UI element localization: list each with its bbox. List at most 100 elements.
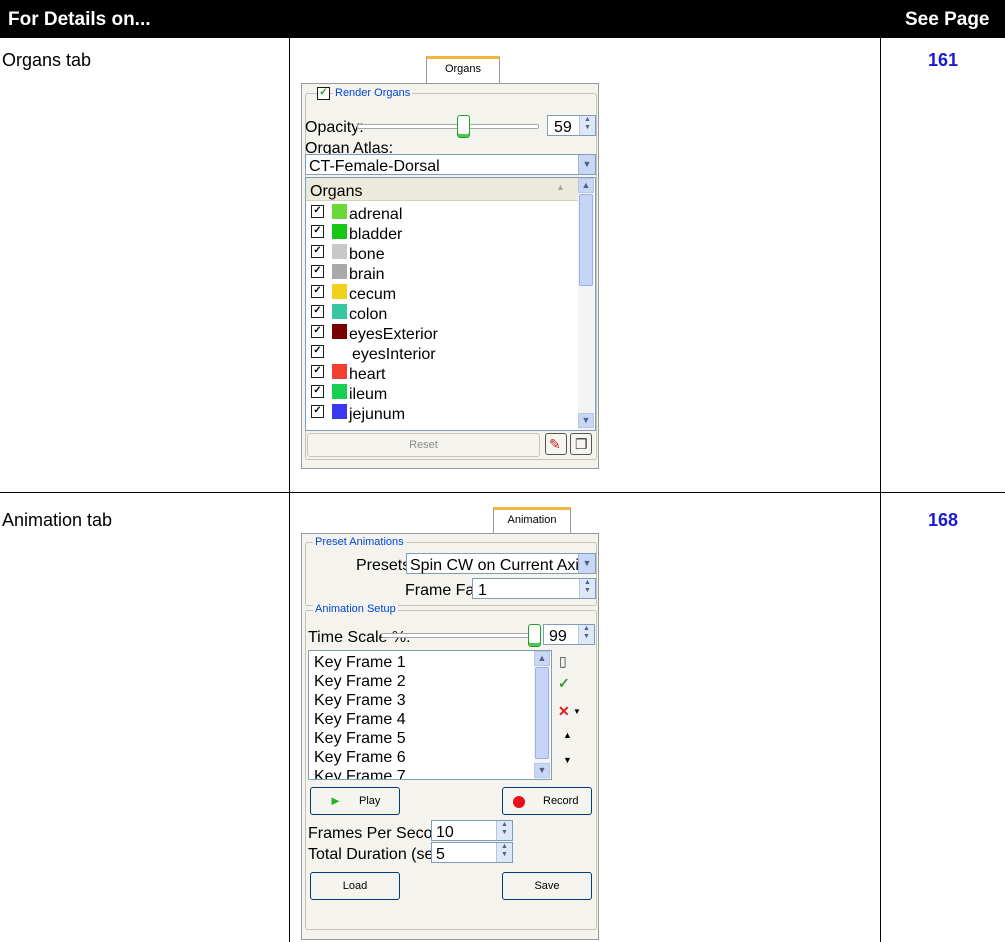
- organ-checkbox[interactable]: ✓: [311, 265, 324, 278]
- keyframe-item[interactable]: Key Frame 7: [314, 768, 406, 779]
- tab-animation[interactable]: Animation: [493, 507, 571, 533]
- play-button[interactable]: ► Play: [310, 787, 400, 815]
- frame-factor-value: 1: [478, 582, 487, 599]
- organ-row[interactable]: ✓ eyesInterior: [306, 342, 576, 363]
- organ-color-swatch[interactable]: [332, 284, 347, 299]
- organs-list[interactable]: Organs ▲ ✓ adrenal ✓ bladder ✓ bone ✓ brain ✓ cec…: [305, 177, 596, 431]
- keyframes-scrollbar[interactable]: ▲ ▼: [534, 651, 550, 779]
- row-label-animation: Animation tab: [2, 510, 113, 530]
- opacity-slider-thumb[interactable]: [457, 115, 471, 138]
- organs-scrollbar[interactable]: ▲ ▼: [578, 178, 594, 430]
- delete-keyframe-icon[interactable]: ✕: [558, 703, 570, 719]
- animation-panel-screenshot: Animation Preset Animations Presets: Spi…: [301, 507, 599, 940]
- load-button[interactable]: Load: [310, 872, 400, 900]
- duration-spinbox[interactable]: 5 ▲ ▼: [431, 842, 513, 863]
- organ-row[interactable]: ✓ cecum: [306, 282, 576, 303]
- fps-spin-arrows[interactable]: ▲ ▼: [496, 821, 512, 840]
- keyframe-item[interactable]: Key Frame 4: [314, 711, 406, 729]
- organ-row[interactable]: ✓ jejunum: [306, 402, 576, 423]
- frame-factor-spinbox[interactable]: 1 ▲ ▼: [472, 578, 596, 599]
- timescale-slider-thumb[interactable]: [528, 624, 542, 647]
- organ-checkbox[interactable]: ✓: [311, 285, 324, 298]
- presets-value: Spin CW on Current Axis: [410, 557, 587, 574]
- keyframes-list[interactable]: Key Frame 1 Key Frame 2 Key Frame 3 Key Fra…: [308, 650, 552, 780]
- save-button[interactable]: Save: [502, 872, 592, 900]
- organ-row[interactable]: ✓ bladder: [306, 222, 576, 243]
- scroll-up-icon[interactable]: ▲: [534, 651, 550, 666]
- organ-checkbox[interactable]: ✓: [311, 205, 324, 218]
- animation-setup-title: Animation Setup: [313, 603, 398, 615]
- record-icon: [513, 796, 525, 808]
- column-divider-left: [289, 38, 290, 942]
- move-up-icon[interactable]: ▲: [563, 730, 572, 740]
- organ-checkbox[interactable]: ✓: [311, 245, 324, 258]
- update-keyframe-icon[interactable]: ✓: [558, 675, 570, 691]
- organ-row[interactable]: ✓ brain: [306, 262, 576, 283]
- keyframe-item[interactable]: Key Frame 1: [314, 654, 406, 672]
- organs-copy-tool-button[interactable]: ❐: [570, 433, 592, 455]
- record-label: Record: [543, 795, 579, 807]
- organ-color-swatch[interactable]: [332, 384, 347, 399]
- delete-dropdown-icon[interactable]: ▼: [573, 707, 581, 716]
- keyframe-item[interactable]: Key Frame 5: [314, 730, 406, 748]
- organ-row[interactable]: ✓ eyesExterior: [306, 322, 576, 343]
- timescale-slider-track[interactable]: [381, 633, 538, 638]
- organ-row[interactable]: ✓ colon: [306, 302, 576, 323]
- preset-animations-title: Preset Animations: [313, 536, 406, 548]
- chevron-down-icon[interactable]: ▼: [578, 155, 595, 174]
- scroll-thumb[interactable]: [535, 667, 549, 759]
- render-organs-checkbox[interactable]: ✓: [317, 87, 330, 100]
- organ-checkbox[interactable]: ✓: [311, 325, 324, 338]
- organ-color-swatch[interactable]: [332, 364, 347, 379]
- timescale-spin-arrows[interactable]: ▲ ▼: [578, 625, 594, 644]
- page-link-organs[interactable]: 161: [928, 50, 958, 71]
- presets-select[interactable]: Spin CW on Current Axis ▼: [406, 553, 596, 574]
- timescale-spinbox[interactable]: 99 ▲ ▼: [543, 624, 595, 645]
- organ-row[interactable]: ✓ ileum: [306, 382, 576, 403]
- scroll-up-icon[interactable]: ▲: [578, 178, 594, 193]
- organ-checkbox[interactable]: ✓: [311, 405, 324, 418]
- duration-spin-arrows[interactable]: ▲ ▼: [496, 843, 512, 862]
- organ-color-swatch[interactable]: [332, 324, 347, 339]
- record-button[interactable]: Record: [502, 787, 592, 815]
- organ-row[interactable]: ✓ adrenal: [306, 202, 576, 223]
- organ-color-swatch[interactable]: [332, 204, 347, 219]
- organ-name: jejunum: [349, 406, 406, 423]
- tab-organs[interactable]: Organs: [426, 56, 500, 83]
- scroll-down-icon[interactable]: ▼: [578, 413, 594, 428]
- organ-checkbox[interactable]: ✓: [311, 305, 324, 318]
- scroll-thumb[interactable]: [579, 194, 593, 286]
- opacity-slider-track[interactable]: [357, 124, 539, 129]
- organs-color-tool-button[interactable]: ✎: [545, 433, 567, 455]
- fps-spinbox[interactable]: 10 ▲ ▼: [431, 820, 513, 841]
- opacity-spinbox[interactable]: 59 ▲ ▼: [547, 115, 596, 136]
- organ-checkbox[interactable]: ✓: [311, 345, 324, 358]
- organ-color-swatch[interactable]: [332, 304, 347, 319]
- organ-color-swatch[interactable]: [332, 244, 347, 259]
- timescale-label: Time Scale %:: [308, 629, 411, 646]
- scroll-down-icon[interactable]: ▼: [534, 763, 550, 778]
- opacity-spin-arrows[interactable]: ▲ ▼: [579, 116, 595, 135]
- keyframe-item[interactable]: Key Frame 2: [314, 673, 406, 691]
- keyframe-item[interactable]: Key Frame 3: [314, 692, 406, 710]
- keyframe-item[interactable]: Key Frame 6: [314, 749, 406, 767]
- new-keyframe-icon[interactable]: ▯: [559, 653, 567, 669]
- organ-checkbox[interactable]: ✓: [311, 365, 324, 378]
- organ-row[interactable]: ✓ bone: [306, 242, 576, 263]
- organ-atlas-select[interactable]: CT-Female-Dorsal ▼: [305, 154, 596, 175]
- organ-row[interactable]: ✓ heart: [306, 362, 576, 383]
- duration-value: 5: [436, 846, 445, 863]
- reset-button[interactable]: Reset: [307, 433, 540, 457]
- frame-factor-spin-arrows[interactable]: ▲ ▼: [579, 579, 595, 598]
- organs-list-header[interactable]: Organs ▲: [306, 178, 578, 201]
- chevron-down-icon[interactable]: ▼: [578, 554, 595, 573]
- row-divider: [0, 492, 1005, 493]
- page-link-animation[interactable]: 168: [928, 510, 958, 531]
- organ-color-swatch[interactable]: [332, 224, 347, 239]
- organ-checkbox[interactable]: ✓: [311, 385, 324, 398]
- move-down-icon[interactable]: ▼: [563, 755, 572, 765]
- organ-color-swatch[interactable]: [332, 404, 347, 419]
- organ-color-swatch[interactable]: [332, 264, 347, 279]
- row-label-organs: Organs tab: [2, 50, 92, 70]
- organ-checkbox[interactable]: ✓: [311, 225, 324, 238]
